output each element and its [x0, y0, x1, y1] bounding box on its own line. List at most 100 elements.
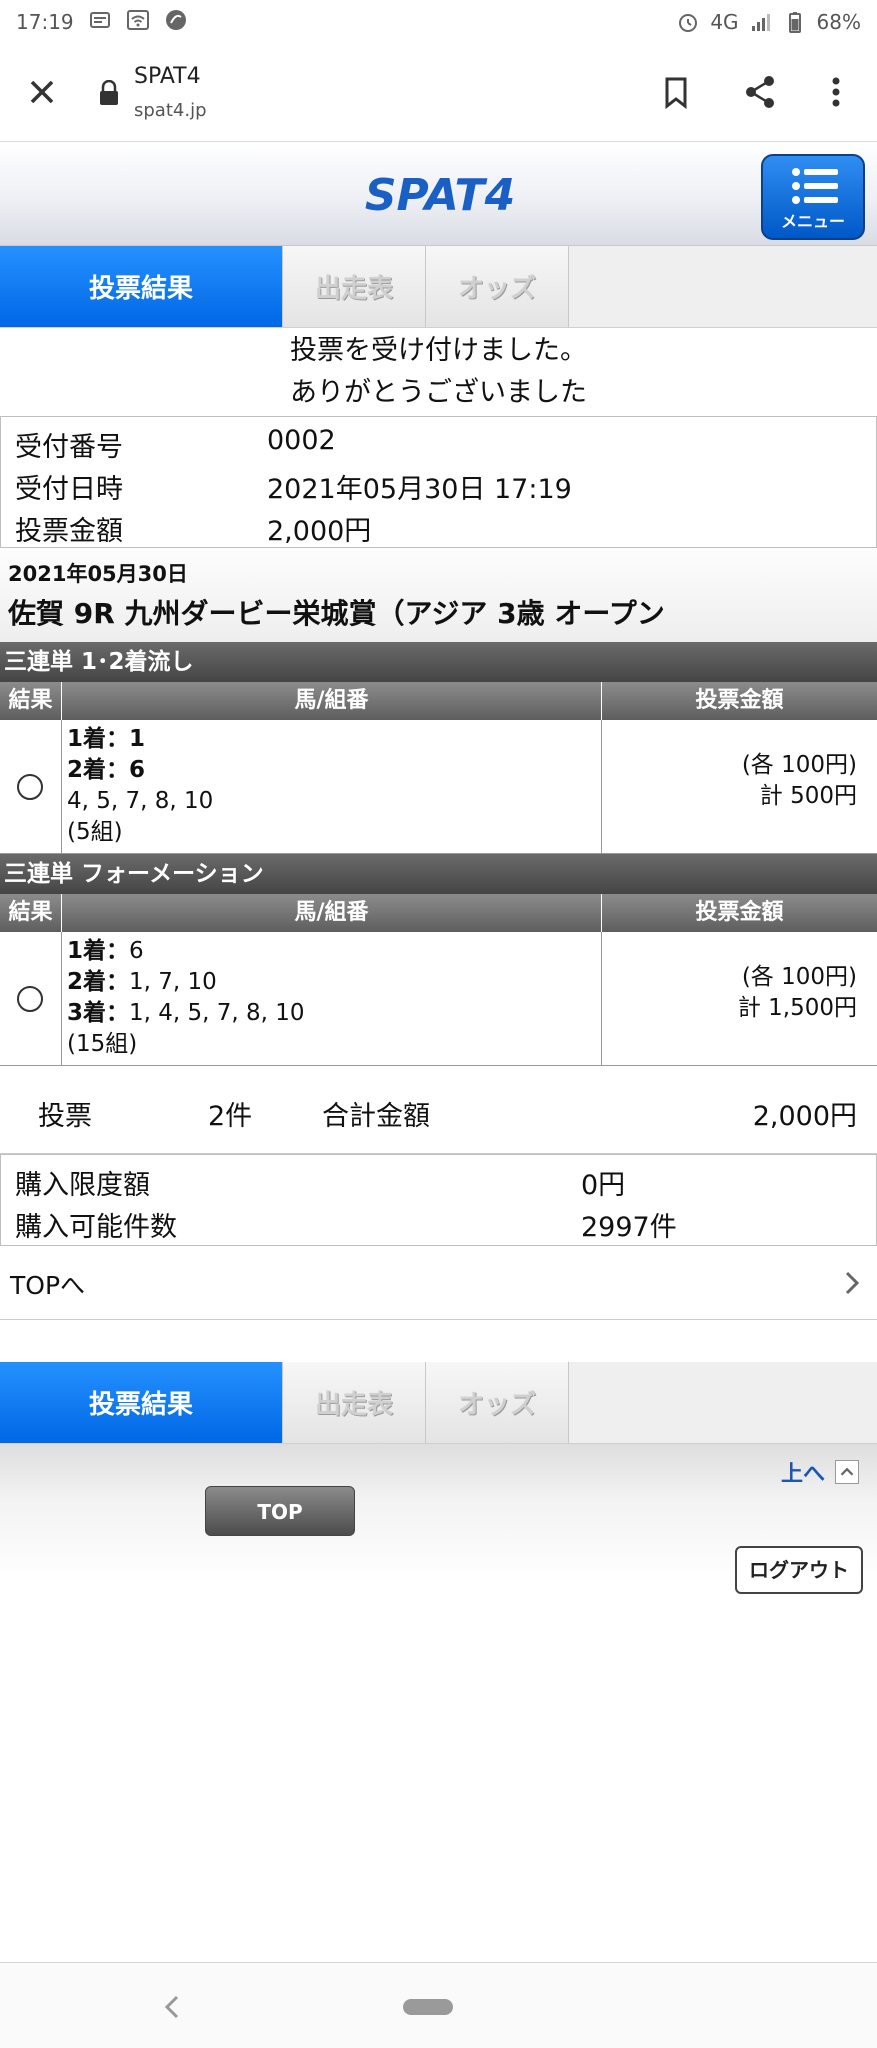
tab-bar-bottom: 投票結果 出走表 オッズ: [0, 1362, 877, 1444]
combo-cell: 1着：1 2着：6 4, 5, 7, 8, 10 (5組): [62, 720, 602, 853]
page-title: SPAT4: [134, 64, 201, 89]
bet-row: 1着：6 2着：1, 7, 10 3着：1, 4, 5, 7, 8, 10 (1…: [0, 932, 877, 1066]
app-icon: [166, 10, 186, 30]
alarm-icon: [679, 14, 698, 32]
bet-type-title: 三連単 1･2着流し: [0, 642, 877, 682]
home-pill[interactable]: [403, 1999, 453, 2015]
bookmark-icon[interactable]: [656, 72, 696, 112]
receipt-datetime-label: 受付日時: [15, 474, 123, 505]
place-label: 2着：: [67, 757, 130, 783]
tab-filler: [569, 246, 877, 327]
receipt-amount-value: 2,000円: [267, 516, 372, 547]
scroll-to-top-label: 上へ: [780, 1462, 825, 1487]
limit-value: 0円: [581, 1170, 626, 1201]
third-place-horses: 4, 5, 7, 8, 10: [67, 788, 214, 814]
race-name: 佐賀 9R 九州ダービー栄城賞（アジア 3歳 オープン: [8, 597, 665, 630]
status-bar: 17:19 4G 68%: [0, 0, 877, 44]
race-date: 2021年05月30日: [8, 562, 188, 586]
result-cell: [0, 932, 62, 1065]
top-button[interactable]: TOP: [205, 1486, 355, 1536]
wifi-hotspot-icon: [127, 10, 149, 30]
page-url[interactable]: spat4.jp: [134, 100, 207, 121]
more-vert-icon[interactable]: [816, 72, 856, 112]
possible-value: 2997件: [581, 1212, 677, 1243]
vote-label: 投票: [38, 1101, 92, 1132]
signal-icon: [751, 14, 770, 31]
logo-text: SPAT4: [365, 170, 515, 221]
confirmation-message: 投票を受け付けました。 ありがとうございました: [0, 330, 877, 414]
each-amount: (各 100円): [741, 752, 857, 778]
total-amount: 計 1,500円: [737, 995, 857, 1021]
place-value: 6: [129, 938, 144, 964]
race-info: 2021年05月30日 佐賀 9R 九州ダービー栄城賞（アジア 3歳 オープン: [0, 548, 877, 642]
col-amount-header: 投票金額: [695, 900, 784, 925]
menu-button[interactable]: メニュー: [761, 154, 865, 240]
tab-race-card[interactable]: 出走表: [283, 1362, 426, 1443]
place-label: 2着：: [67, 969, 130, 995]
footer: 上へ TOP ログアウト: [0, 1444, 877, 1594]
news-icon: [90, 12, 110, 28]
vote-count: 2件: [208, 1101, 253, 1132]
receipt-amount-row: 投票金額 2,000円: [1, 503, 876, 547]
tab-odds[interactable]: オッズ: [426, 246, 569, 327]
place-value: 6: [129, 757, 146, 783]
receipt-number-label: 受付番号: [15, 432, 123, 463]
possible-row: 購入可能件数 2997件: [1, 1199, 876, 1243]
amount-cell: (各 100円) 計 500円: [602, 720, 877, 853]
total-label: 合計金額: [322, 1101, 430, 1132]
scroll-to-top-link[interactable]: 上へ: [781, 1456, 859, 1488]
receipt-number-value: 0002: [267, 425, 336, 456]
result-cell: [0, 720, 62, 853]
site-header: SPAT4 メニュー: [0, 142, 877, 246]
receipt-number-row: 受付番号 0002: [1, 419, 876, 463]
bet-type-title: 三連単 フォーメーション: [0, 854, 877, 894]
tab-race-card[interactable]: 出走表: [283, 246, 426, 327]
spat4-logo[interactable]: SPAT4: [365, 164, 515, 224]
place-value: 1: [129, 726, 146, 752]
back-icon[interactable]: [160, 1993, 184, 2021]
total-amount: 計 500円: [759, 783, 857, 809]
each-amount: (各 100円): [741, 964, 857, 990]
tab-bar-top: 投票結果 出走表 オッズ: [0, 246, 877, 328]
receipt-amount-label: 投票金額: [15, 516, 123, 547]
bet-table-header: 結果 馬/組番 投票金額: [0, 682, 877, 720]
amount-cell: (各 100円) 計 1,500円: [602, 932, 877, 1065]
message-line-1: 投票を受け付けました。: [290, 335, 587, 366]
possible-label: 購入可能件数: [15, 1212, 177, 1243]
col-combo-header: 馬/組番: [62, 682, 602, 720]
col-amount-header: 投票金額: [695, 688, 784, 713]
menu-label: メニュー: [780, 212, 845, 231]
list-menu-icon: [792, 168, 838, 204]
col-result-header: 結果: [0, 894, 62, 932]
logout-button[interactable]: ログアウト: [735, 1546, 863, 1594]
status-time: 17:19: [16, 10, 74, 34]
place-label: 3着：: [67, 1000, 130, 1026]
share-icon[interactable]: [740, 72, 780, 112]
combo-count: (5組): [67, 819, 123, 845]
receipt-table: 受付番号 0002 受付日時 2021年05月30日 17:19 投票金額 2,…: [0, 416, 877, 548]
purchase-limit-table: 購入限度額 0円 購入可能件数 2997件: [0, 1154, 877, 1246]
col-result-header: 結果: [0, 682, 62, 720]
tab-filler: [569, 1362, 877, 1443]
receipt-datetime-row: 受付日時 2021年05月30日 17:19: [1, 461, 876, 505]
close-icon[interactable]: [22, 72, 62, 112]
vote-summary: 投票 2件 合計金額 2,000円: [0, 1068, 877, 1154]
place-label: 1着：: [67, 726, 130, 752]
system-nav-bar: [0, 1962, 877, 2048]
battery-icon: [788, 12, 801, 33]
top-link[interactable]: TOPへ: [0, 1246, 877, 1320]
bet-row: 1着：1 2着：6 4, 5, 7, 8, 10 (5組) (各 100円) 計…: [0, 720, 877, 854]
combo-count: (15組): [67, 1031, 138, 1057]
chevron-right-icon: [845, 1271, 860, 1295]
battery-level: 68%: [816, 10, 861, 34]
tab-vote-result[interactable]: 投票結果: [0, 1362, 283, 1443]
place-label: 1着：: [67, 938, 130, 964]
result-radio[interactable]: [17, 774, 43, 800]
place-value: 1, 7, 10: [129, 969, 217, 995]
tab-odds[interactable]: オッズ: [426, 1362, 569, 1443]
tab-vote-result[interactable]: 投票結果: [0, 246, 283, 327]
receipt-datetime-value: 2021年05月30日 17:19: [267, 474, 572, 505]
lock-icon: [100, 80, 118, 105]
col-combo-header: 馬/組番: [62, 894, 602, 932]
result-radio[interactable]: [17, 986, 43, 1012]
